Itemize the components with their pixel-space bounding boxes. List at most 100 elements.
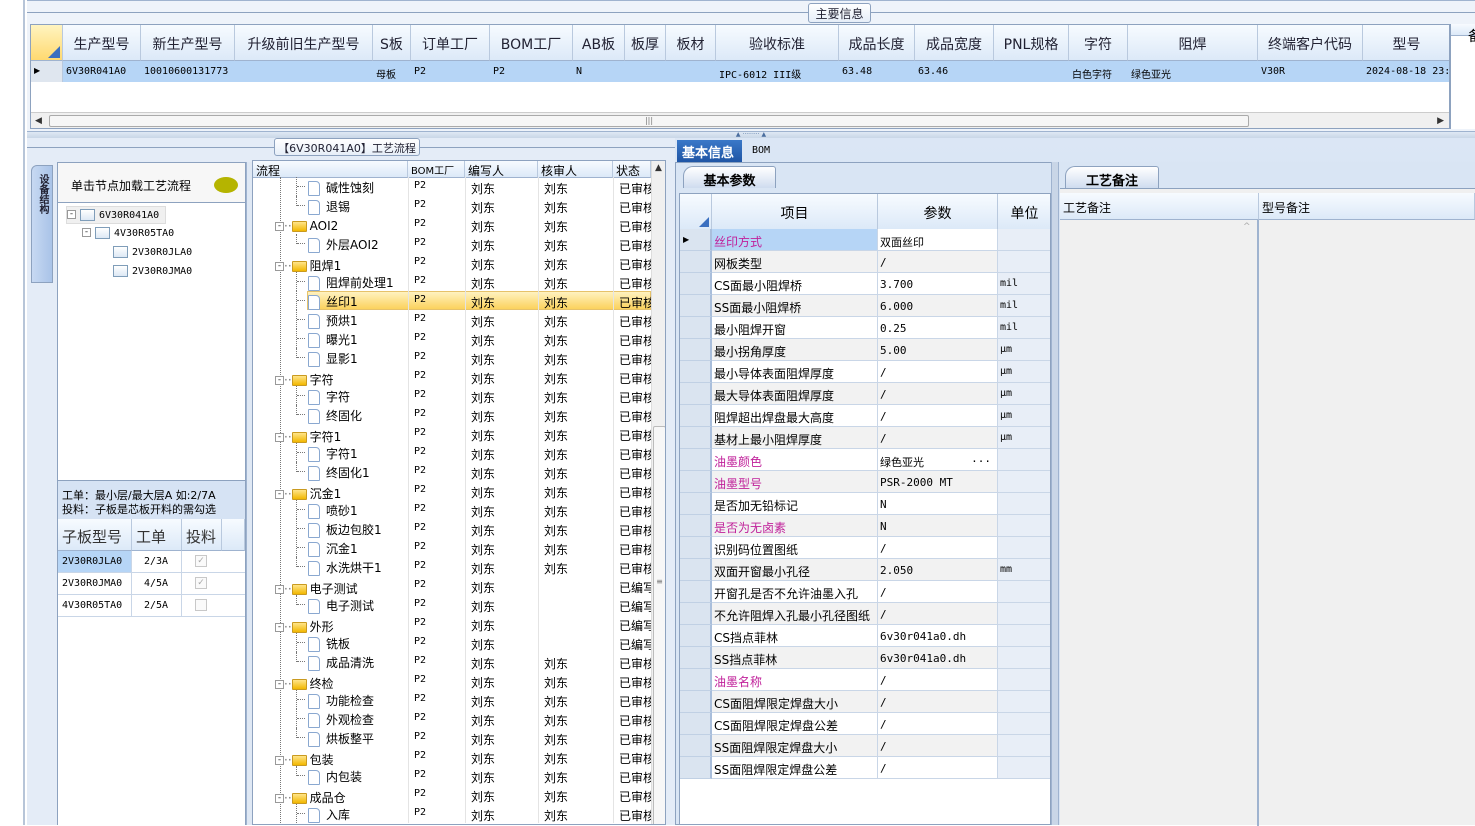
flow-step-row[interactable]: -··字符1P2刘东刘东已审核 [253, 424, 651, 444]
cell[interactable] [235, 61, 373, 82]
param-value[interactable]: 双面丝印 [878, 229, 998, 251]
param-row[interactable]: 最大导体表面阻焊厚度 / μm [680, 383, 1050, 405]
param-value[interactable]: / [878, 251, 998, 273]
cell[interactable]: 白色字符 [1069, 61, 1128, 82]
param-value[interactable]: / [878, 581, 998, 603]
column-header[interactable]: 新生产型号 [141, 25, 235, 61]
param-value[interactable]: 6v30r041a0.dh [878, 625, 998, 647]
flow-step-row[interactable]: 烘板整平P2刘东刘东已审核 [253, 728, 651, 747]
param-value[interactable]: / [878, 405, 998, 427]
param-row[interactable]: 油墨型号 PSR-2000 MT [680, 471, 1050, 493]
param-row[interactable]: ▶ 丝印方式 双面丝印 [680, 229, 1050, 251]
param-value[interactable]: / [878, 669, 998, 691]
flow-column-header[interactable]: BOM工厂 [408, 161, 465, 178]
flow-step-row[interactable]: -··沉金1P2刘东刘东已审核 [253, 481, 651, 501]
cell[interactable] [666, 61, 716, 82]
param-row[interactable]: 油墨名称 / [680, 669, 1050, 691]
cell[interactable]: 63.46 [915, 61, 994, 82]
flow-step-row[interactable]: 丝印1P2刘东刘东已审核 [253, 291, 651, 310]
flow-step-row[interactable]: 板边包胶1P2刘东刘东已审核 [253, 519, 651, 538]
cell[interactable]: 10010600131773 [141, 61, 235, 82]
flow-column-header[interactable]: 编写人 [465, 161, 538, 178]
tab-basic-params[interactable]: 基本参数 [683, 166, 776, 189]
collapse-icon[interactable]: - [275, 623, 284, 632]
feed-checkbox[interactable]: ✓ [195, 577, 207, 589]
row-indicator[interactable] [680, 295, 712, 317]
flow-step-row[interactable]: -··外形P2刘东已编写 [253, 614, 651, 634]
cell[interactable]: 绿色亚光 [1128, 61, 1258, 82]
flow-step-row[interactable]: 阻焊前处理1P2刘东刘东已审核 [253, 272, 651, 291]
flow-step-row[interactable]: 字符1P2刘东刘东已审核 [253, 443, 651, 462]
param-row[interactable]: SS面最小阻焊桥 6.000 mil [680, 295, 1050, 317]
flow-step-row[interactable]: 入库P2刘东刘东已审核 [253, 804, 651, 823]
collapse-icon[interactable]: - [275, 222, 284, 231]
param-row[interactable]: 基材上最小阻焊厚度 / μm [680, 427, 1050, 449]
flow-step-row[interactable]: -··终检P2刘东刘东已审核 [253, 671, 651, 691]
column-header[interactable]: 成品宽度 [915, 25, 994, 61]
param-row[interactable]: CS面阻焊限定焊盘大小 / [680, 691, 1050, 713]
row-indicator[interactable] [680, 515, 712, 537]
tab-process-remarks[interactable]: 工艺备注 [1065, 166, 1159, 189]
sub-board-model[interactable]: 2V30R0JLA0 [58, 551, 132, 573]
flow-column-header[interactable]: 状态 [613, 161, 651, 178]
more-button[interactable]: ... [971, 452, 991, 465]
param-row[interactable]: 是否为无卤素 N [680, 515, 1050, 537]
param-row[interactable]: SS挡点菲林 6v30r041a0.dh [680, 647, 1050, 669]
sub-board-model[interactable]: 2V30R0JMA0 [58, 573, 132, 595]
row-indicator[interactable] [680, 713, 712, 735]
param-row[interactable]: 是否加无铅标记 N [680, 493, 1050, 515]
flow-step-row[interactable]: 显影1P2刘东刘东已审核 [253, 348, 651, 367]
flow-step-row[interactable]: 外层AOI2P2刘东刘东已审核 [253, 234, 651, 253]
collapse-icon[interactable]: - [275, 490, 284, 499]
cell[interactable]: 6V30R041A0 [63, 61, 141, 82]
sub-board-order[interactable]: 4/5A [132, 573, 182, 595]
sub-column-header[interactable]: 子板型号 [58, 519, 132, 551]
param-value[interactable]: 3.700 [878, 273, 998, 295]
row-indicator[interactable] [680, 735, 712, 757]
cell[interactable]: P2 [411, 61, 490, 82]
flow-step-row[interactable]: 退锡P2刘东刘东已审核 [253, 196, 651, 215]
column-header[interactable]: AB板 [573, 25, 625, 61]
row-indicator[interactable] [680, 317, 712, 339]
sub-column-header[interactable]: 工单 [132, 519, 182, 551]
row-indicator[interactable] [680, 251, 712, 273]
param-row[interactable]: 不允许阻焊入孔最小孔径图纸 / [680, 603, 1050, 625]
param-row[interactable]: 最小拐角厚度 5.00 μm [680, 339, 1050, 361]
param-value[interactable]: 绿色亚光... [878, 449, 998, 471]
row-indicator[interactable] [680, 625, 712, 647]
cell[interactable]: 母板 [373, 61, 411, 82]
row-indicator[interactable]: ▶ [680, 229, 712, 251]
feed-checkbox[interactable] [195, 599, 207, 611]
param-row[interactable]: 网板类型 / [680, 251, 1050, 273]
row-indicator[interactable] [680, 691, 712, 713]
cell[interactable]: P2 [490, 61, 573, 82]
process-remark-textarea[interactable]: ^ [1060, 220, 1259, 826]
column-header[interactable]: 生产型号 [63, 25, 141, 61]
cell[interactable]: IPC-6012 III级 [716, 61, 839, 82]
param-value[interactable]: / [878, 361, 998, 383]
sub-column-header[interactable]: 投料 [182, 519, 222, 551]
collapse-icon[interactable]: - [275, 585, 284, 594]
params-corner[interactable] [680, 194, 712, 230]
flow-step-row[interactable]: 电子测试P2刘东已编写 [253, 595, 651, 614]
flow-step-row[interactable]: 外观检查P2刘东刘东已审核 [253, 709, 651, 728]
row-indicator[interactable] [680, 559, 712, 581]
cell[interactable]: 2024-08-18 23: [1363, 61, 1449, 82]
sub-board-order[interactable]: 2/3A [132, 551, 182, 573]
flow-step-row[interactable]: 成品清洗P2刘东刘东已审核 [253, 652, 651, 671]
param-row[interactable]: 最小导体表面阻焊厚度 / μm [680, 361, 1050, 383]
flow-step-row[interactable]: -··包装P2刘东刘东已审核 [253, 747, 651, 767]
feed-checkbox[interactable]: ✓ [195, 555, 207, 567]
row-indicator[interactable] [680, 405, 712, 427]
param-row[interactable]: CS面最小阻焊桥 3.700 mil [680, 273, 1050, 295]
flow-step-row[interactable]: -··阻焊1P2刘东刘东已审核 [253, 253, 651, 273]
flow-step-row[interactable]: -··成品仓P2刘东刘东已审核 [253, 785, 651, 805]
collapse-icon[interactable]: - [275, 433, 284, 442]
flow-column-header[interactable]: 核审人 [538, 161, 613, 178]
flow-step-row[interactable]: 预烘1P2刘东刘东已审核 [253, 310, 651, 329]
row-indicator[interactable] [680, 449, 712, 471]
structure-node[interactable]: 2V30R0JLA0 [100, 244, 192, 262]
column-header[interactable]: BOM工厂 [490, 25, 573, 61]
column-header[interactable]: 成品长度 [839, 25, 915, 61]
row-indicator[interactable] [680, 757, 712, 779]
